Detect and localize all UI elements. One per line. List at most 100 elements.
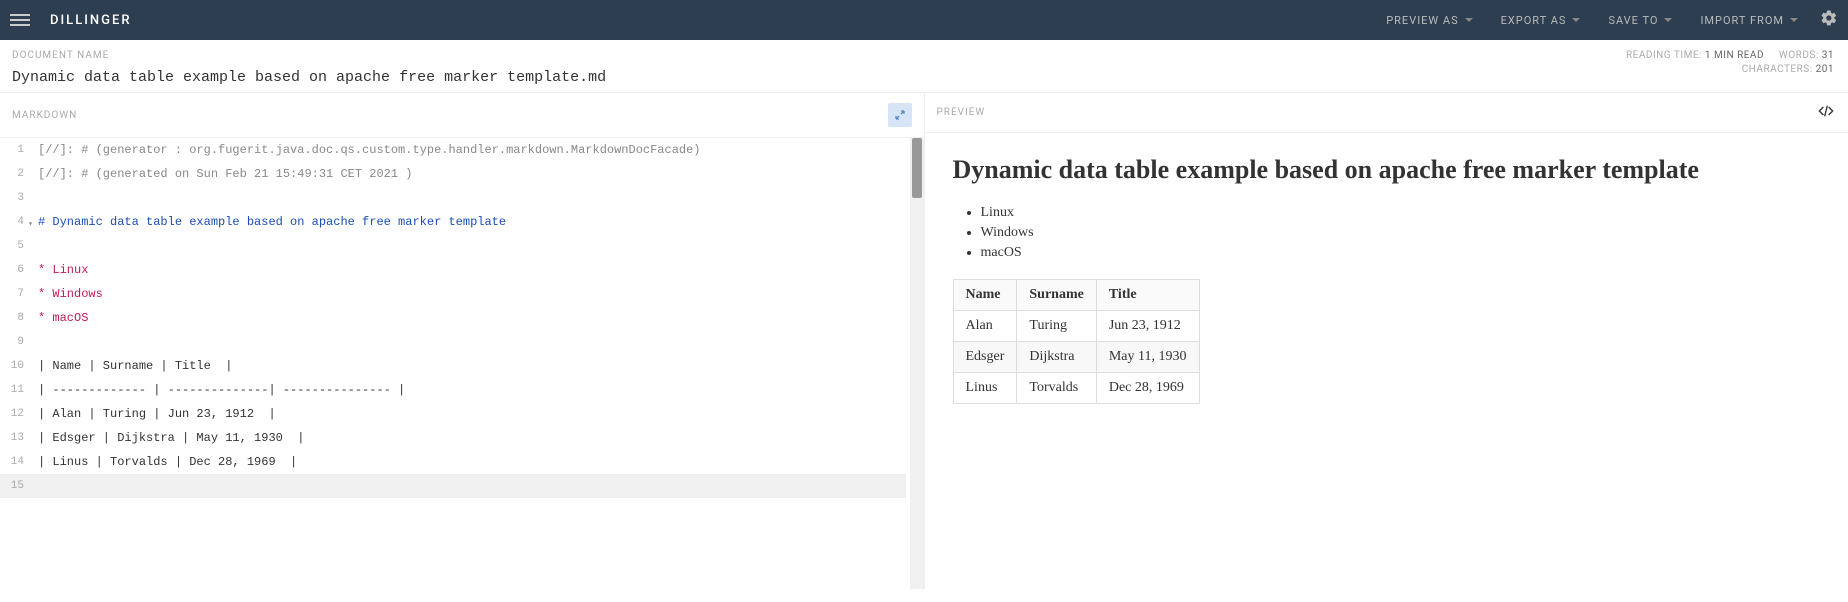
line-number: 1 (0, 144, 34, 156)
editor-line[interactable]: 4▾# Dynamic data table example based on … (0, 210, 906, 234)
scrollbar-thumb[interactable] (912, 138, 922, 198)
line-number: 6 (0, 264, 34, 276)
chevron-down-icon (1790, 18, 1798, 22)
line-content: | Linus | Torvalds | Dec 28, 1969 | (34, 455, 297, 469)
table-row: AlanTuringJun 23, 1912 (953, 310, 1199, 341)
line-number: 8 (0, 312, 34, 324)
list-item: macOS (981, 245, 1821, 261)
editor-line[interactable]: 14| Linus | Torvalds | Dec 28, 1969 | (0, 450, 906, 474)
editor-line[interactable]: 9 (0, 330, 906, 354)
table-row: EdsgerDijkstraMay 11, 1930 (953, 341, 1199, 372)
html-toggle-icon[interactable] (1816, 103, 1836, 122)
editor-line[interactable]: 10| Name | Surname | Title | (0, 354, 906, 378)
preview-pane-header: PREVIEW (925, 93, 1848, 133)
nav-item-preview-as[interactable]: PREVIEW AS (1372, 0, 1486, 40)
preview-content: Dynamic data table example based on apac… (925, 133, 1848, 589)
editor-line[interactable]: 11| ------------- | --------------| ----… (0, 378, 906, 402)
expand-icon[interactable] (888, 103, 912, 127)
table-header: Name (953, 279, 1017, 310)
nav-item-export-as[interactable]: EXPORT AS (1487, 0, 1595, 40)
table-header: Surname (1017, 279, 1096, 310)
table-cell: Turing (1017, 310, 1096, 341)
chevron-down-icon (1465, 18, 1473, 22)
line-number: 12 (0, 408, 34, 420)
editor-line[interactable]: 1[//]: # (generator : org.fugerit.java.d… (0, 138, 906, 162)
line-number: 10 (0, 360, 34, 372)
editor-line[interactable]: 12| Alan | Turing | Jun 23, 1912 | (0, 402, 906, 426)
table-cell: Linus (953, 372, 1017, 403)
nav-item-label: PREVIEW AS (1386, 14, 1458, 27)
table-header: Title (1096, 279, 1199, 310)
reading-time-value: 1 MIN READ (1705, 50, 1764, 61)
line-content: | Edsger | Dijkstra | May 11, 1930 | (34, 431, 304, 445)
preview-pane: PREVIEW Dynamic data table example based… (925, 93, 1848, 589)
table-cell: May 11, 1930 (1096, 341, 1199, 372)
nav-item-label: IMPORT FROM (1700, 14, 1784, 27)
nav-item-label: SAVE TO (1608, 14, 1658, 27)
line-content: | ------------- | --------------| ------… (34, 383, 405, 397)
editor-line[interactable]: 6* Linux (0, 258, 906, 282)
nav-item-label: EXPORT AS (1501, 14, 1567, 27)
split-view: MARKDOWN 1[//]: # (generator : org.fuger… (0, 93, 1848, 589)
nav-item-save-to[interactable]: SAVE TO (1594, 0, 1686, 40)
table-cell: Dec 28, 1969 (1096, 372, 1199, 403)
editor-line[interactable]: 13| Edsger | Dijkstra | May 11, 1930 | (0, 426, 906, 450)
line-content: [//]: # (generator : org.fugerit.java.do… (34, 143, 701, 157)
editor-line[interactable]: 3 (0, 186, 906, 210)
markdown-label: MARKDOWN (12, 110, 77, 121)
fold-icon[interactable]: ▾ (28, 219, 33, 229)
line-content: # Dynamic data table example based on ap… (34, 215, 506, 229)
preview-heading: Dynamic data table example based on apac… (953, 153, 1821, 187)
editor-line[interactable]: 2[//]: # (generated on Sun Feb 21 15:49:… (0, 162, 906, 186)
line-content: * Windows (34, 287, 103, 301)
line-number: 5 (0, 240, 34, 252)
characters-label: CHARACTERS: (1742, 64, 1813, 75)
document-stats: READING TIME: 1 MIN READ WORDS: 31 CHARA… (1626, 50, 1834, 78)
markdown-pane-header: MARKDOWN (0, 93, 924, 138)
table-cell: Edsger (953, 341, 1017, 372)
table-cell: Jun 23, 1912 (1096, 310, 1199, 341)
line-number: 4▾ (0, 216, 34, 228)
document-name-label: DOCUMENT NAME (12, 50, 1836, 61)
table-cell: Dijkstra (1017, 341, 1096, 372)
preview-label: PREVIEW (937, 107, 986, 118)
editor-line[interactable]: 8* macOS (0, 306, 906, 330)
line-number: 7 (0, 288, 34, 300)
line-number: 9 (0, 336, 34, 348)
line-number: 11 (0, 384, 34, 396)
characters-value: 201 (1816, 64, 1834, 75)
chevron-down-icon (1572, 18, 1580, 22)
document-header: DOCUMENT NAME Dynamic data table example… (0, 40, 1848, 93)
table-cell: Alan (953, 310, 1017, 341)
nav-item-import-from[interactable]: IMPORT FROM (1686, 0, 1812, 40)
markdown-editor[interactable]: 1[//]: # (generator : org.fugerit.java.d… (0, 138, 924, 589)
line-content: * macOS (34, 311, 88, 325)
markdown-pane: MARKDOWN 1[//]: # (generator : org.fuger… (0, 93, 925, 589)
words-label: WORDS: (1779, 50, 1819, 61)
editor-line[interactable]: 5 (0, 234, 906, 258)
line-number: 14 (0, 456, 34, 468)
line-content: | Alan | Turing | Jun 23, 1912 | (34, 407, 276, 421)
list-item: Linux (981, 205, 1821, 221)
table-row: LinusTorvaldsDec 28, 1969 (953, 372, 1199, 403)
table-cell: Torvalds (1017, 372, 1096, 403)
list-item: Windows (981, 225, 1821, 241)
menu-icon[interactable] (10, 10, 30, 30)
navbar: DILLINGER PREVIEW AS EXPORT AS SAVE TO IMPO… (0, 0, 1848, 40)
line-number: 2 (0, 168, 34, 180)
line-content: [//]: # (generated on Sun Feb 21 15:49:3… (34, 167, 412, 181)
preview-list: Linux Windows macOS (981, 205, 1821, 261)
document-title[interactable]: Dynamic data table example based on apac… (12, 69, 1836, 86)
editor-line[interactable]: 7* Windows (0, 282, 906, 306)
line-content: | Name | Surname | Title | (34, 359, 232, 373)
words-value: 31 (1822, 50, 1834, 61)
line-number: 3 (0, 192, 34, 204)
preview-table: NameSurnameTitle AlanTuringJun 23, 1912E… (953, 279, 1200, 404)
brand: DILLINGER (50, 13, 132, 28)
chevron-down-icon (1664, 18, 1672, 22)
editor-line[interactable]: 15 (0, 474, 906, 498)
scrollbar-track[interactable] (910, 138, 924, 589)
line-content: * Linux (34, 263, 88, 277)
reading-time-label: READING TIME: (1626, 50, 1702, 61)
settings-icon[interactable] (1820, 9, 1838, 31)
